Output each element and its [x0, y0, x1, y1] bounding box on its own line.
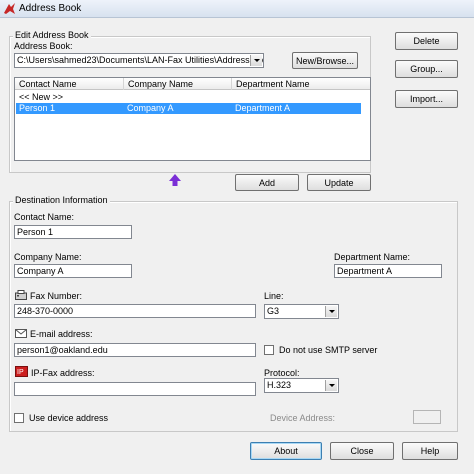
new-browse-button[interactable]: New/Browse...	[292, 52, 358, 69]
list-item-company: Company A	[127, 103, 174, 113]
arrow-up-icon[interactable]	[169, 174, 181, 186]
list-item-department: Department A	[235, 103, 291, 113]
fax-number-label: Fax Number:	[30, 291, 83, 301]
protocol-dropdown-button[interactable]	[325, 380, 337, 391]
ip-fax-icon: IP	[15, 366, 28, 377]
edit-address-book-group-title: Edit Address Book	[13, 30, 91, 40]
no-smtp-label: Do not use SMTP server	[279, 345, 378, 355]
chevron-down-icon	[328, 310, 335, 313]
about-button[interactable]: About	[250, 442, 322, 460]
address-book-path-value: C:\Users\sahmed23\Documents\LAN-Fax Util…	[17, 55, 264, 65]
svg-text:IP: IP	[17, 369, 24, 376]
company-name-input[interactable]: Company A	[14, 264, 132, 278]
device-address-input	[413, 410, 441, 424]
column-header-company[interactable]: Company Name	[124, 78, 232, 90]
column-header-department[interactable]: Department Name	[232, 78, 370, 90]
contacts-list-header: Contact Name Company Name Department Nam…	[15, 78, 370, 90]
contacts-list[interactable]: Contact Name Company Name Department Nam…	[14, 77, 371, 161]
line-select[interactable]: G3	[264, 304, 339, 319]
destination-info-group-title: Destination Information	[13, 195, 110, 205]
no-smtp-checkbox[interactable]	[264, 345, 274, 355]
contact-name-input[interactable]: Person 1	[14, 225, 132, 239]
app-icon	[4, 3, 15, 14]
column-header-contact[interactable]: Contact Name	[15, 78, 124, 90]
protocol-value: H.323	[267, 380, 292, 390]
protocol-label: Protocol:	[264, 368, 300, 378]
import-button[interactable]: Import...	[395, 90, 458, 108]
protocol-select[interactable]: H.323	[264, 378, 339, 393]
email-input[interactable]: person1@oakland.edu	[14, 343, 256, 357]
line-dropdown-button[interactable]	[325, 306, 337, 317]
group-button[interactable]: Group...	[395, 60, 458, 78]
delete-button[interactable]: Delete	[395, 32, 458, 50]
department-name-input[interactable]: Department A	[334, 264, 442, 278]
close-button[interactable]: Close	[330, 442, 394, 460]
line-label: Line:	[264, 291, 284, 301]
envelope-icon	[15, 329, 27, 338]
line-value: G3	[267, 306, 280, 316]
ip-fax-input[interactable]	[14, 382, 256, 396]
help-button[interactable]: Help	[402, 442, 458, 460]
chevron-down-icon	[328, 384, 335, 387]
add-button[interactable]: Add	[235, 174, 299, 191]
update-button[interactable]: Update	[307, 174, 371, 191]
address-book-path-select[interactable]: C:\Users\sahmed23\Documents\LAN-Fax Util…	[14, 53, 264, 68]
list-item-contact: << New >>	[19, 92, 64, 102]
list-item-person-1[interactable]: Person 1 Company A Department A	[16, 103, 361, 114]
use-device-address-label: Use device address	[29, 413, 109, 423]
address-book-label: Address Book:	[14, 41, 73, 51]
department-name-label: Department Name:	[334, 252, 411, 262]
company-name-label: Company Name:	[14, 252, 82, 262]
fax-icon	[15, 290, 27, 300]
device-address-label: Device Address:	[270, 413, 336, 423]
ip-fax-label: IP-Fax address:	[31, 368, 95, 378]
list-item-new[interactable]: << New >>	[16, 92, 361, 103]
chevron-down-icon	[253, 59, 260, 62]
fax-number-input[interactable]: 248-370-0000	[14, 304, 256, 318]
list-item-contact: Person 1	[19, 103, 56, 113]
use-device-address-checkbox[interactable]	[14, 413, 24, 423]
contact-name-label: Contact Name:	[14, 212, 75, 222]
email-label: E-mail address:	[30, 329, 93, 339]
window-title: Address Book	[19, 3, 82, 14]
title-bar[interactable]: Address Book	[0, 0, 474, 18]
address-book-dropdown-button[interactable]	[250, 55, 262, 66]
